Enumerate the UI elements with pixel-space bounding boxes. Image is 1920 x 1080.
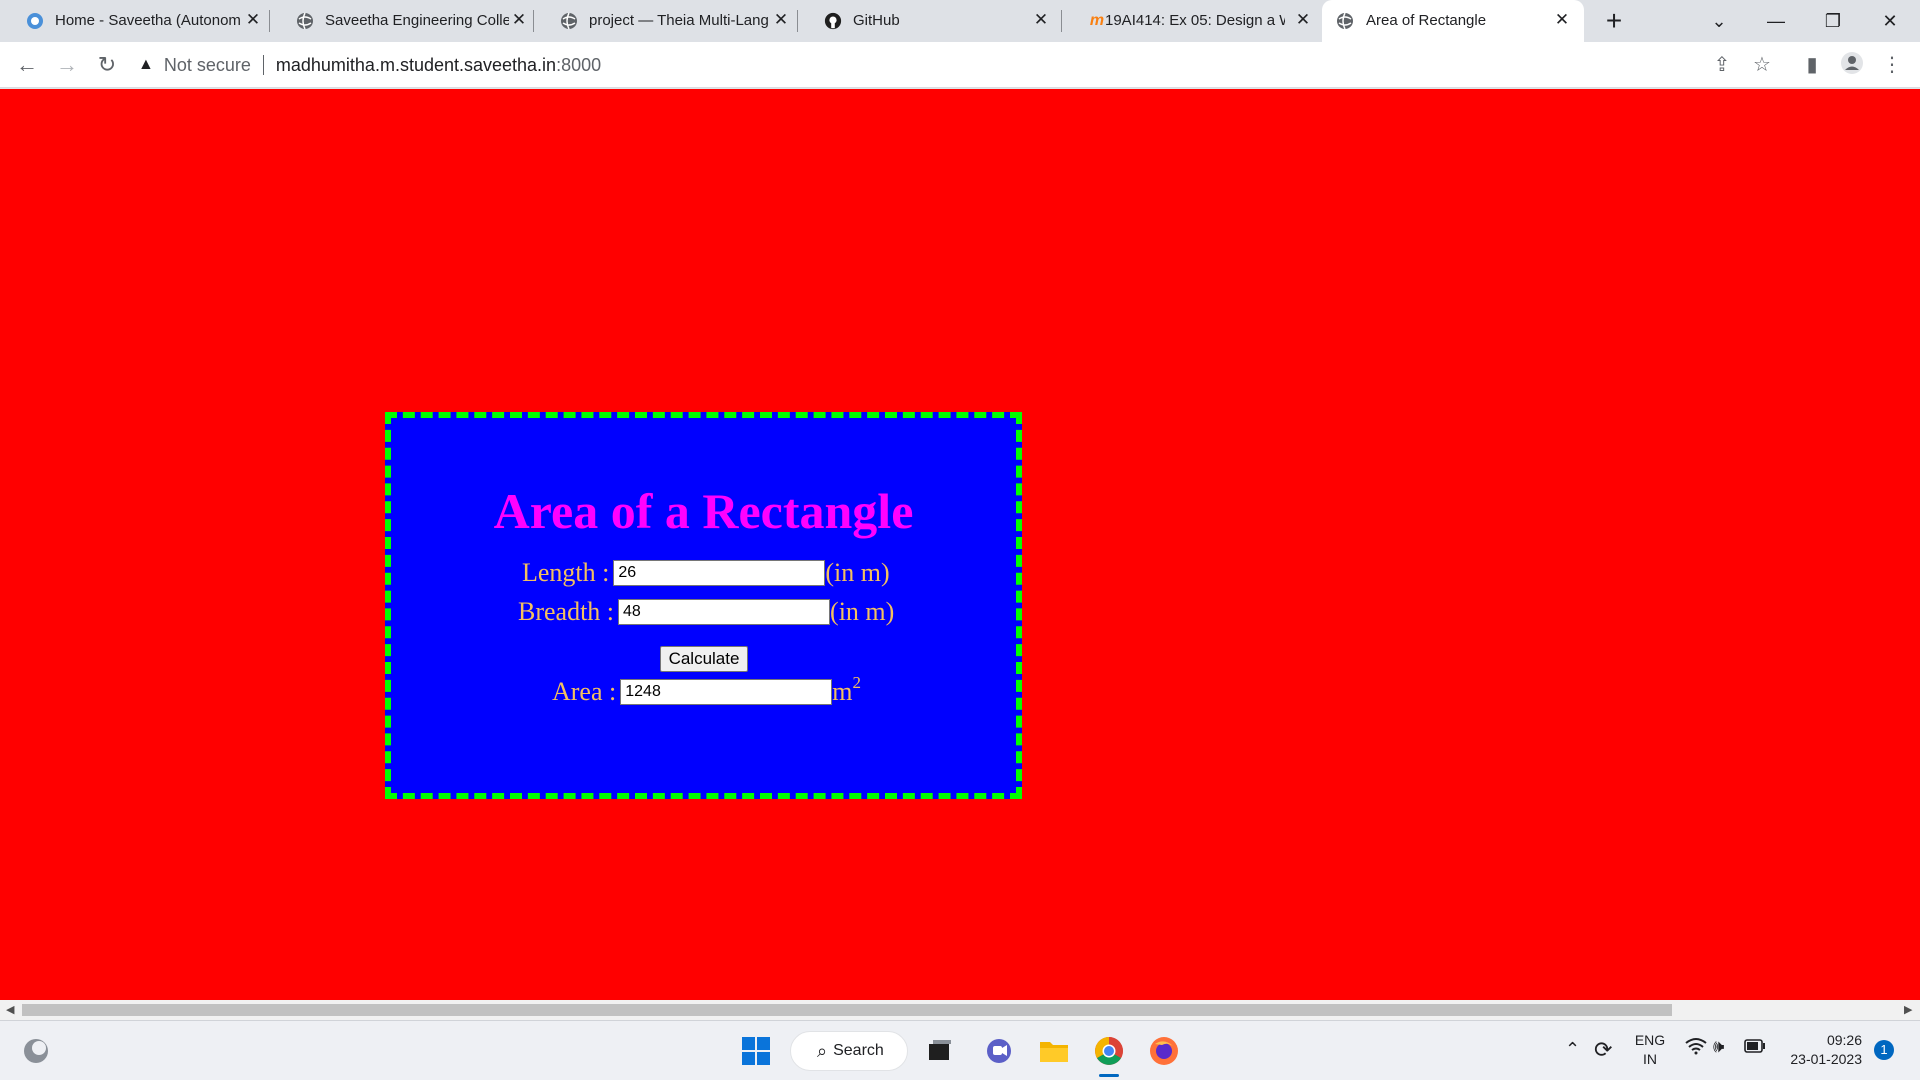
close-icon[interactable]: ✕ (1032, 11, 1050, 29)
area-row: Area : m2 (552, 673, 861, 707)
search-icon: ⌕ (817, 1040, 828, 1061)
area-unit-base: m (832, 677, 853, 706)
calculator-card: Area of a Rectangle Length : (in m) Brea… (385, 412, 1022, 799)
scroll-right-icon[interactable]: ▶ (1904, 1003, 1912, 1016)
clock[interactable]: 09:26 23-01-2023 (1782, 1031, 1862, 1069)
widgets-icon[interactable] (16, 1031, 56, 1071)
close-icon[interactable]: ✕ (244, 11, 262, 29)
tab-github[interactable]: GitHub ✕ (798, 0, 1062, 42)
tab-area-of-rectangle[interactable]: Area of Rectangle ✕ (1322, 0, 1584, 42)
tab-search-icon[interactable]: ⌄ (1699, 6, 1739, 36)
horizontal-scrollbar[interactable]: ◀ ▶ (0, 1000, 1920, 1020)
length-label: Length : (522, 558, 610, 587)
profile-avatar-icon[interactable] (1838, 51, 1866, 79)
scrollbar-thumb[interactable] (22, 1004, 1672, 1016)
globe-icon (296, 12, 314, 30)
area-output[interactable] (620, 679, 833, 705)
clock-time: 09:26 (1826, 1032, 1862, 1048)
address-bar[interactable]: ▲ Not secure madhumitha.m.student.saveet… (138, 49, 1708, 81)
language-indicator[interactable]: ENG IN (1630, 1031, 1670, 1069)
taskbar: ⌕ Search ⌃ ⟳ ENG IN 🕪 09:26 23-01-2023 (0, 1020, 1920, 1080)
reload-icon[interactable]: ↻ (92, 50, 122, 80)
tab-home-saveetha[interactable]: Home - Saveetha (Autonom ✕ (0, 0, 270, 42)
minimize-button[interactable]: — (1756, 6, 1796, 36)
tab-saveetha-engineering[interactable]: Saveetha Engineering Colle ✕ (270, 0, 534, 42)
tab-title: Saveetha Engineering Colle (325, 12, 509, 29)
tab-title: GitHub (853, 12, 900, 29)
tab-title: Area of Rectangle (1366, 12, 1487, 29)
tab-strip: Home - Saveetha (Autonom ✕ Saveetha Engi… (0, 0, 1920, 42)
firefox-icon[interactable] (1144, 1031, 1184, 1071)
breadth-unit: (in m) (830, 597, 895, 626)
wifi-icon[interactable] (1685, 1037, 1707, 1060)
area-unit: m2 (832, 673, 861, 707)
tab-title: 19AI414: Ex 05: Design a W (1105, 12, 1285, 29)
length-input[interactable] (613, 560, 826, 586)
new-tab-button[interactable]: + (1600, 7, 1628, 35)
close-icon[interactable]: ✕ (1294, 11, 1312, 29)
battery-icon[interactable] (1744, 1039, 1766, 1056)
taskbar-search[interactable]: ⌕ Search (790, 1031, 908, 1071)
github-icon (824, 12, 842, 30)
area-label: Area : (552, 677, 617, 706)
close-icon[interactable]: ✕ (510, 11, 528, 29)
clock-date: 23-01-2023 (1790, 1051, 1862, 1067)
sync-icon[interactable]: ⟳ (1594, 1037, 1612, 1063)
menu-icon[interactable]: ⋮ (1878, 51, 1906, 79)
bookmark-star-icon[interactable]: ☆ (1748, 51, 1776, 79)
security-label: Not secure (163, 54, 251, 75)
area-unit-power: 2 (852, 673, 861, 692)
moodle-icon: m (1089, 12, 1105, 29)
restore-button[interactable]: ❐ (1813, 6, 1853, 36)
address-divider (262, 55, 264, 75)
back-icon[interactable]: ← (12, 50, 42, 80)
share-icon[interactable]: ⇪ (1708, 51, 1736, 79)
volume-icon[interactable]: 🕪 (1713, 1036, 1724, 1057)
tab-moodle-exercise[interactable]: m 19AI414: Ex 05: Design a W ✕ (1062, 0, 1322, 42)
browser-toolbar: ← → ↻ ▲ Not secure madhumitha.m.student.… (0, 42, 1920, 88)
breadth-input[interactable] (618, 599, 831, 625)
task-view-icon[interactable] (920, 1031, 960, 1071)
close-icon[interactable]: ✕ (1553, 11, 1571, 29)
language-code: ENG (1634, 1032, 1666, 1048)
calculate-button[interactable]: Calculate (660, 646, 748, 672)
tab-title: Home - Saveetha (Autonom (55, 12, 241, 29)
breadth-label: Breadth : (518, 597, 615, 626)
notification-badge[interactable]: 1 (1874, 1040, 1894, 1060)
length-unit: (in m) (825, 558, 890, 587)
url-host: madhumitha.m.student.saveetha.in (275, 54, 557, 75)
chrome-icon[interactable] (1089, 1031, 1129, 1071)
search-label: Search (833, 1042, 884, 1059)
show-hidden-icons[interactable]: ⌃ (1565, 1039, 1580, 1060)
warning-icon: ▲ (138, 56, 154, 73)
url-port: :8000 (556, 54, 602, 75)
file-explorer-icon[interactable] (1034, 1031, 1074, 1071)
globe-icon (1336, 12, 1354, 30)
teams-chat-icon[interactable] (979, 1031, 1019, 1071)
forward-icon[interactable]: → (52, 50, 82, 80)
breadth-row: Breadth : (in m) (518, 597, 894, 627)
close-window-button[interactable]: ✕ (1870, 6, 1910, 36)
page-title: Area of a Rectangle (493, 483, 914, 539)
active-app-indicator (1099, 1074, 1119, 1077)
side-panel-icon[interactable]: ▮ (1798, 51, 1826, 79)
globe-icon (560, 12, 578, 30)
start-icon[interactable] (736, 1031, 776, 1071)
region-code: IN (1643, 1051, 1657, 1067)
page-viewport: Area of a Rectangle Length : (in m) Brea… (0, 89, 1920, 1000)
tab-title: project — Theia Multi-Lang (589, 12, 769, 29)
close-icon[interactable]: ✕ (772, 11, 790, 29)
saveetha-icon (26, 12, 44, 30)
scroll-left-icon[interactable]: ◀ (6, 1003, 14, 1016)
tab-project-theia[interactable]: project — Theia Multi-Lang ✕ (534, 0, 798, 42)
length-row: Length : (in m) (522, 558, 890, 588)
